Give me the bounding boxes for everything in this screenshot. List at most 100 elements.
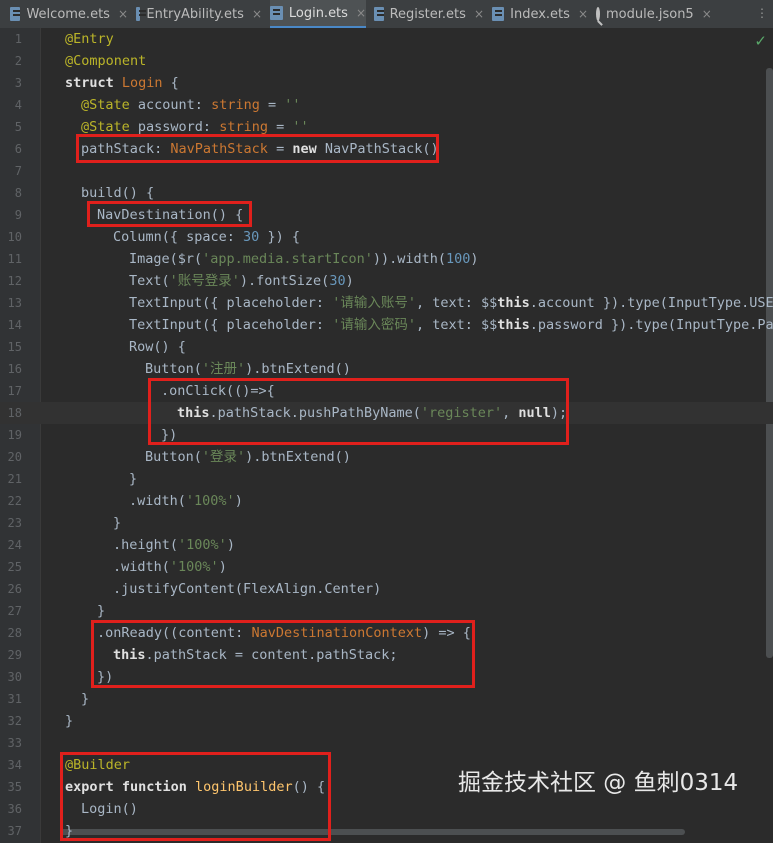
code-line[interactable]: 33 bbox=[0, 732, 773, 754]
code-token: Button( bbox=[145, 361, 202, 377]
code-line[interactable]: 10 Column({ space: 30 }) { bbox=[0, 226, 773, 248]
line-number: 21 bbox=[7, 472, 22, 486]
code-line[interactable]: 12 Text('账号登录').fontSize(30) bbox=[0, 270, 773, 292]
tab-label: Login.ets bbox=[288, 5, 348, 21]
code-line[interactable]: 4 @State account: string = '' bbox=[0, 94, 773, 116]
code-token: }) { bbox=[259, 229, 300, 245]
code-token: .width( bbox=[113, 559, 170, 575]
tab-label: Welcome.ets bbox=[26, 6, 110, 22]
code-token: = bbox=[259, 97, 285, 113]
tab-overflow-icon[interactable]: ⋮ bbox=[756, 6, 768, 20]
code-token: ).btnExtend() bbox=[245, 449, 351, 465]
line-number: 31 bbox=[7, 692, 22, 706]
watermark-text: 掘金技术社区 @ 鱼刺0314 bbox=[458, 770, 739, 796]
code-text: @State account: string = '' bbox=[81, 94, 301, 116]
line-number: 35 bbox=[7, 780, 22, 794]
code-text: @Component bbox=[65, 50, 146, 72]
line-number: 4 bbox=[14, 98, 22, 112]
code-line[interactable]: 25 .width('100%') bbox=[0, 556, 773, 578]
code-token: TextInput({ placeholder: bbox=[129, 295, 333, 311]
code-text: Button('登录').btnExtend() bbox=[145, 446, 351, 468]
code-token: 30 bbox=[329, 273, 346, 289]
tab-register-ets[interactable]: Register.ets × bbox=[374, 0, 484, 28]
close-tab-icon[interactable]: × bbox=[578, 7, 588, 21]
close-tab-icon[interactable]: × bbox=[474, 7, 484, 21]
code-line[interactable]: 1 @Entry bbox=[0, 28, 773, 50]
editor-tab-bar: Welcome.ets × EntryAbility.ets × Login.ets × R… bbox=[0, 0, 773, 29]
line-number: 23 bbox=[7, 516, 22, 530]
code-line[interactable]: 32} bbox=[0, 710, 773, 732]
line-number: 33 bbox=[7, 736, 22, 750]
tab-module-json5[interactable]: module.json5 × bbox=[596, 0, 712, 28]
code-line[interactable]: 21} bbox=[0, 468, 773, 490]
highlight-box-navdestination bbox=[87, 201, 252, 227]
code-line[interactable]: 13 TextInput({ placeholder: '请输入账号', text… bbox=[0, 292, 773, 314]
code-line[interactable]: 2 @Component bbox=[0, 50, 773, 72]
tab-login-ets[interactable]: Login.ets × bbox=[270, 0, 366, 28]
code-text: } bbox=[129, 468, 137, 490]
code-token: } bbox=[113, 515, 122, 531]
close-tab-icon[interactable]: × bbox=[356, 6, 366, 20]
line-number: 2 bbox=[14, 54, 22, 68]
code-token: '100%' bbox=[185, 493, 235, 509]
code-text: struct Login { bbox=[65, 72, 179, 94]
code-token: { bbox=[162, 75, 179, 91]
code-token: account: bbox=[137, 97, 212, 113]
code-line[interactable]: 22 .width('100%') bbox=[0, 490, 773, 512]
line-number: 11 bbox=[7, 252, 22, 266]
code-line[interactable]: 27} bbox=[0, 600, 773, 622]
line-number: 12 bbox=[7, 274, 22, 288]
line-number: 14 bbox=[7, 318, 22, 332]
code-line[interactable]: 16 Button('注册').btnExtend() bbox=[0, 358, 773, 380]
tab-welcome-ets[interactable]: Welcome.ets × bbox=[10, 0, 128, 28]
code-token: 30 bbox=[243, 229, 260, 245]
ets-file-icon bbox=[492, 7, 505, 21]
code-line[interactable]: 24 .height('100%') bbox=[0, 534, 773, 556]
code-token: struct bbox=[65, 75, 122, 91]
code-token: Login bbox=[121, 75, 163, 91]
line-number: 34 bbox=[7, 758, 22, 772]
tab-label: Register.ets bbox=[389, 6, 466, 22]
tab-entryability-ets[interactable]: EntryAbility.ets × bbox=[136, 0, 262, 28]
line-number: 17 bbox=[7, 384, 22, 398]
code-text: .justifyContent(FlexAlign.Center) bbox=[113, 578, 381, 600]
line-number: 5 bbox=[14, 120, 22, 134]
code-text: Button('注册').btnExtend() bbox=[145, 358, 351, 380]
code-line[interactable]: 20 Button('登录').btnExtend() bbox=[0, 446, 773, 468]
code-token: .password }).type(InputType.Pass bbox=[529, 317, 773, 333]
code-line[interactable]: 23} bbox=[0, 512, 773, 534]
code-line[interactable]: 11 Image($r('app.media.startIcon')).width… bbox=[0, 248, 773, 270]
code-line[interactable]: 14 TextInput({ placeholder: '请输入密码', text… bbox=[0, 314, 773, 336]
code-text: Text('账号登录').fontSize(30) bbox=[129, 270, 354, 292]
line-number: 29 bbox=[7, 648, 22, 662]
line-number: 1 bbox=[14, 32, 22, 46]
code-token: = bbox=[267, 119, 293, 135]
line-number: 16 bbox=[7, 362, 22, 376]
line-number: 7 bbox=[14, 164, 22, 178]
code-line[interactable]: 31} bbox=[0, 688, 773, 710]
code-token: ).fontSize( bbox=[239, 273, 330, 289]
line-number: 22 bbox=[7, 494, 22, 508]
code-text: } bbox=[81, 688, 89, 710]
code-token: } bbox=[129, 471, 138, 487]
code-token: , text: $$ bbox=[415, 295, 498, 311]
close-tab-icon[interactable]: × bbox=[702, 7, 712, 21]
line-number: 20 bbox=[7, 450, 22, 464]
code-token: '账号登录' bbox=[169, 273, 240, 289]
close-tab-icon[interactable]: × bbox=[252, 7, 262, 21]
line-number: 24 bbox=[7, 538, 22, 552]
code-token: .height( bbox=[113, 537, 179, 553]
code-line[interactable]: 15 Row() { bbox=[0, 336, 773, 358]
code-text: Image($r('app.media.startIcon')).width(1… bbox=[129, 248, 479, 270]
code-token: Image($r( bbox=[129, 251, 203, 267]
line-number: 27 bbox=[7, 604, 22, 618]
code-text: .height('100%') bbox=[113, 534, 235, 556]
code-line[interactable]: 3 struct Login { bbox=[0, 72, 773, 94]
code-token: ) bbox=[218, 559, 227, 575]
tab-index-ets[interactable]: Index.ets × bbox=[492, 0, 588, 28]
code-line[interactable]: 7 bbox=[0, 160, 773, 182]
ets-file-icon bbox=[136, 7, 148, 21]
code-line[interactable]: 26 .justifyContent(FlexAlign.Center) bbox=[0, 578, 773, 600]
close-tab-icon[interactable]: × bbox=[118, 7, 128, 21]
code-token: } bbox=[65, 713, 74, 729]
